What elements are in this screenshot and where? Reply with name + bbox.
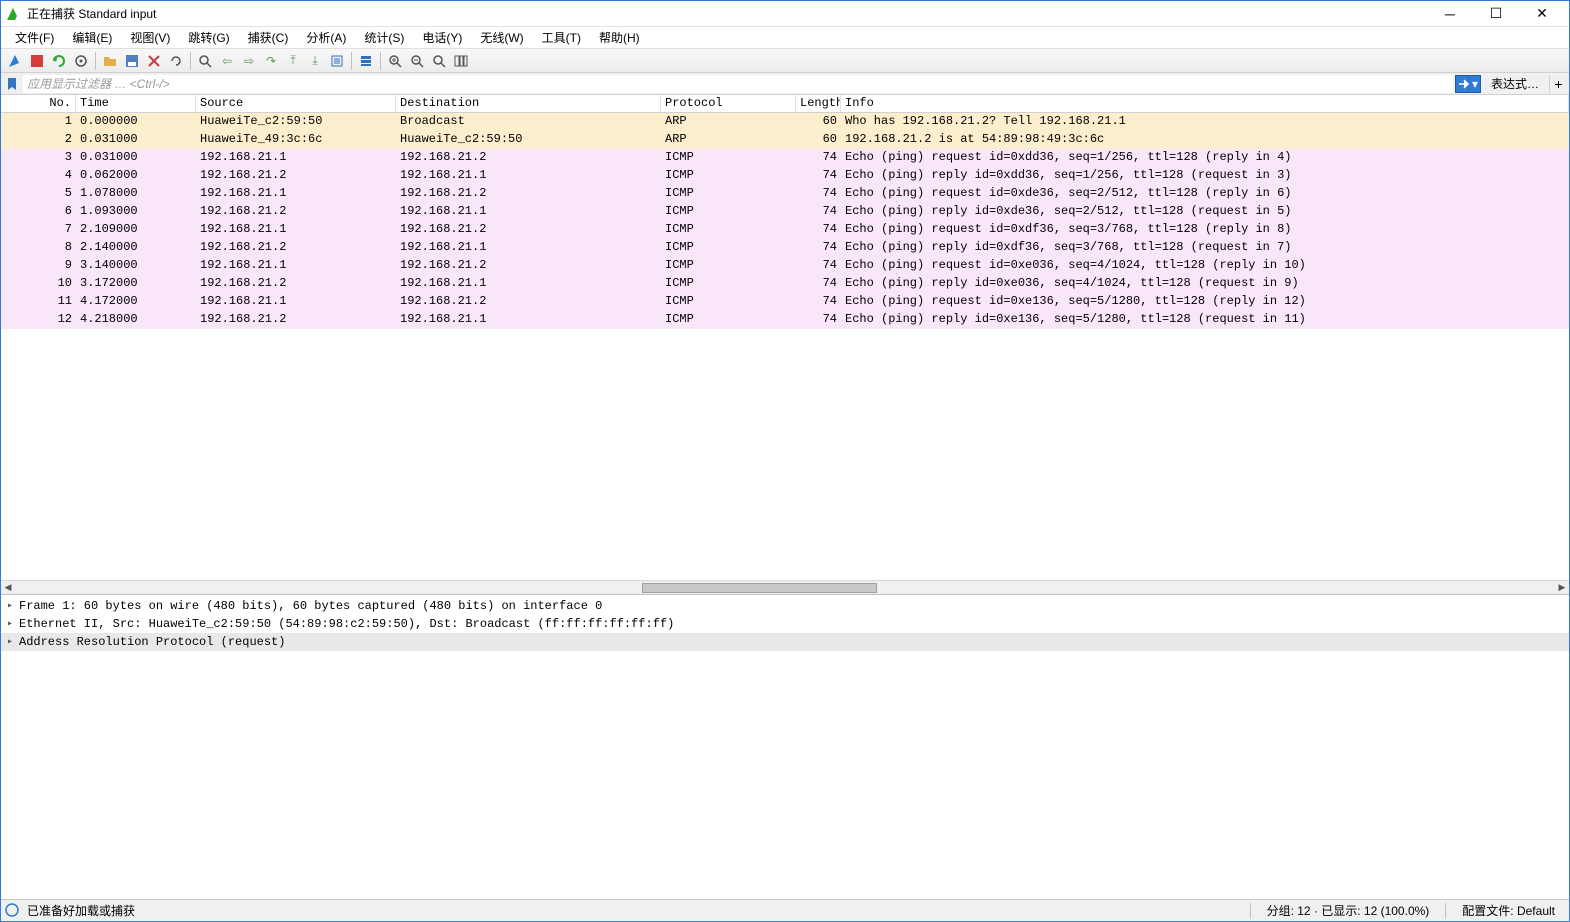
menu-wireless[interactable]: 无线(W): [472, 27, 531, 48]
packet-row[interactable]: 72.109000192.168.21.1192.168.21.2ICMP74E…: [1, 221, 1569, 239]
menu-file[interactable]: 文件(F): [7, 27, 62, 48]
expand-icon[interactable]: ▸: [7, 600, 19, 612]
status-profile[interactable]: 配置文件: Default: [1452, 902, 1565, 919]
status-separator: [1445, 903, 1446, 919]
scroll-right-icon[interactable]: ▶: [1555, 582, 1569, 594]
tree-row-frame[interactable]: ▸ Frame 1: 60 bytes on wire (480 bits), …: [1, 597, 1569, 615]
zoom-reset-icon[interactable]: [429, 51, 449, 71]
toolbar-separator: [190, 52, 191, 70]
menu-capture[interactable]: 捕获(C): [240, 27, 297, 48]
horizontal-scrollbar[interactable]: ◀ ▶: [1, 580, 1569, 594]
reload-file-icon[interactable]: [166, 51, 186, 71]
expand-icon[interactable]: ▸: [7, 636, 19, 648]
packet-row[interactable]: 61.093000192.168.21.2192.168.21.1ICMP74E…: [1, 203, 1569, 221]
tree-row-ethernet[interactable]: ▸ Ethernet II, Src: HuaweiTe_c2:59:50 (5…: [1, 615, 1569, 633]
packet-row[interactable]: 30.031000192.168.21.1192.168.21.2ICMP74E…: [1, 149, 1569, 167]
auto-scroll-icon[interactable]: [327, 51, 347, 71]
app-icon: [5, 6, 21, 22]
col-header-length[interactable]: Length: [796, 95, 841, 112]
col-header-source[interactable]: Source: [196, 95, 396, 112]
packet-row[interactable]: 124.218000192.168.21.2192.168.21.1ICMP74…: [1, 311, 1569, 329]
col-header-destination[interactable]: Destination: [396, 95, 661, 112]
stop-capture-icon[interactable]: [27, 51, 47, 71]
packet-row[interactable]: 40.062000192.168.21.2192.168.21.1ICMP74E…: [1, 167, 1569, 185]
packet-row[interactable]: 93.140000192.168.21.1192.168.21.2ICMP74E…: [1, 257, 1569, 275]
packet-row[interactable]: 103.172000192.168.21.2192.168.21.1ICMP74…: [1, 275, 1569, 293]
window-title: 正在捕获 Standard input: [27, 5, 1427, 22]
menu-telephony[interactable]: 电话(Y): [414, 27, 470, 48]
col-header-protocol[interactable]: Protocol: [661, 95, 796, 112]
packet-row[interactable]: 51.078000192.168.21.1192.168.21.2ICMP74E…: [1, 185, 1569, 203]
tree-label-frame: Frame 1: 60 bytes on wire (480 bits), 60…: [19, 599, 602, 613]
go-first-icon[interactable]: ⤒: [283, 51, 303, 71]
go-back-icon[interactable]: ⇦: [217, 51, 237, 71]
tree-row-arp[interactable]: ▸ Address Resolution Protocol (request): [1, 633, 1569, 651]
scroll-left-icon[interactable]: ◀: [1, 582, 15, 594]
filter-apply-button[interactable]: ▾: [1455, 75, 1481, 93]
toolbar-separator: [380, 52, 381, 70]
scroll-thumb[interactable]: [642, 583, 877, 593]
open-file-icon[interactable]: [100, 51, 120, 71]
packet-list-body[interactable]: 10.000000HuaweiTe_c2:59:50BroadcastARP60…: [1, 113, 1569, 580]
col-header-info[interactable]: Info: [841, 95, 1569, 112]
statusbar: 已准备好加载或捕获 分组: 12 · 已显示: 12 (100.0%) 配置文件…: [1, 899, 1569, 921]
restart-capture-icon[interactable]: [49, 51, 69, 71]
packet-row[interactable]: 20.031000HuaweiTe_49:3c:6cHuaweiTe_c2:59…: [1, 131, 1569, 149]
status-separator: [1250, 903, 1251, 919]
close-file-icon[interactable]: [144, 51, 164, 71]
capture-options-icon[interactable]: [71, 51, 91, 71]
filter-bookmark-icon[interactable]: [3, 75, 21, 93]
find-packet-icon[interactable]: [195, 51, 215, 71]
menu-view[interactable]: 视图(V): [122, 27, 178, 48]
start-capture-icon[interactable]: [5, 51, 25, 71]
zoom-out-icon[interactable]: [407, 51, 427, 71]
minimize-button[interactable]: ─: [1427, 2, 1473, 26]
maximize-button[interactable]: ☐: [1473, 2, 1519, 26]
window-controls: ─ ☐ ✕: [1427, 2, 1565, 26]
status-ready: 已准备好加载或捕获: [27, 902, 135, 919]
menu-analyze[interactable]: 分析(A): [298, 27, 354, 48]
menu-help[interactable]: 帮助(H): [591, 27, 648, 48]
titlebar: 正在捕获 Standard input ─ ☐ ✕: [1, 1, 1569, 27]
close-button[interactable]: ✕: [1519, 2, 1565, 26]
zoom-in-icon[interactable]: [385, 51, 405, 71]
resize-columns-icon[interactable]: [451, 51, 471, 71]
col-header-time[interactable]: Time: [76, 95, 196, 112]
toolbar-separator: [351, 52, 352, 70]
menu-statistics[interactable]: 统计(S): [356, 27, 412, 48]
col-header-no[interactable]: No.: [1, 95, 76, 112]
go-to-packet-icon[interactable]: ↷: [261, 51, 281, 71]
menu-edit[interactable]: 编辑(E): [64, 27, 120, 48]
menu-go[interactable]: 跳转(G): [180, 27, 237, 48]
toolbar-separator: [95, 52, 96, 70]
save-file-icon[interactable]: [122, 51, 142, 71]
filter-toolbar: ▾ 表达式… +: [1, 73, 1569, 95]
go-last-icon[interactable]: ⤓: [305, 51, 325, 71]
packet-row[interactable]: 82.140000192.168.21.2192.168.21.1ICMP74E…: [1, 239, 1569, 257]
tree-label-ethernet: Ethernet II, Src: HuaweiTe_c2:59:50 (54:…: [19, 617, 674, 631]
display-filter-input[interactable]: [23, 75, 1453, 93]
status-packets: 分组: 12 · 已显示: 12 (100.0%): [1257, 902, 1440, 919]
menubar: 文件(F) 编辑(E) 视图(V) 跳转(G) 捕获(C) 分析(A) 统计(S…: [1, 27, 1569, 49]
filter-expression-button[interactable]: 表达式…: [1483, 75, 1547, 92]
tree-label-arp: Address Resolution Protocol (request): [19, 635, 285, 649]
packet-list-pane: No. Time Source Destination Protocol Len…: [1, 95, 1569, 595]
expert-info-icon[interactable]: [5, 903, 21, 919]
packet-list-header: No. Time Source Destination Protocol Len…: [1, 95, 1569, 113]
filter-add-button[interactable]: +: [1549, 75, 1567, 93]
packet-details-pane[interactable]: ▸ Frame 1: 60 bytes on wire (480 bits), …: [1, 595, 1569, 899]
expand-icon[interactable]: ▸: [7, 618, 19, 630]
packet-row[interactable]: 10.000000HuaweiTe_c2:59:50BroadcastARP60…: [1, 113, 1569, 131]
colorize-icon[interactable]: [356, 51, 376, 71]
go-forward-icon[interactable]: ⇨: [239, 51, 259, 71]
menu-tools[interactable]: 工具(T): [534, 27, 589, 48]
toolbar: ⇦ ⇨ ↷ ⤒ ⤓: [1, 49, 1569, 73]
packet-row[interactable]: 114.172000192.168.21.1192.168.21.2ICMP74…: [1, 293, 1569, 311]
